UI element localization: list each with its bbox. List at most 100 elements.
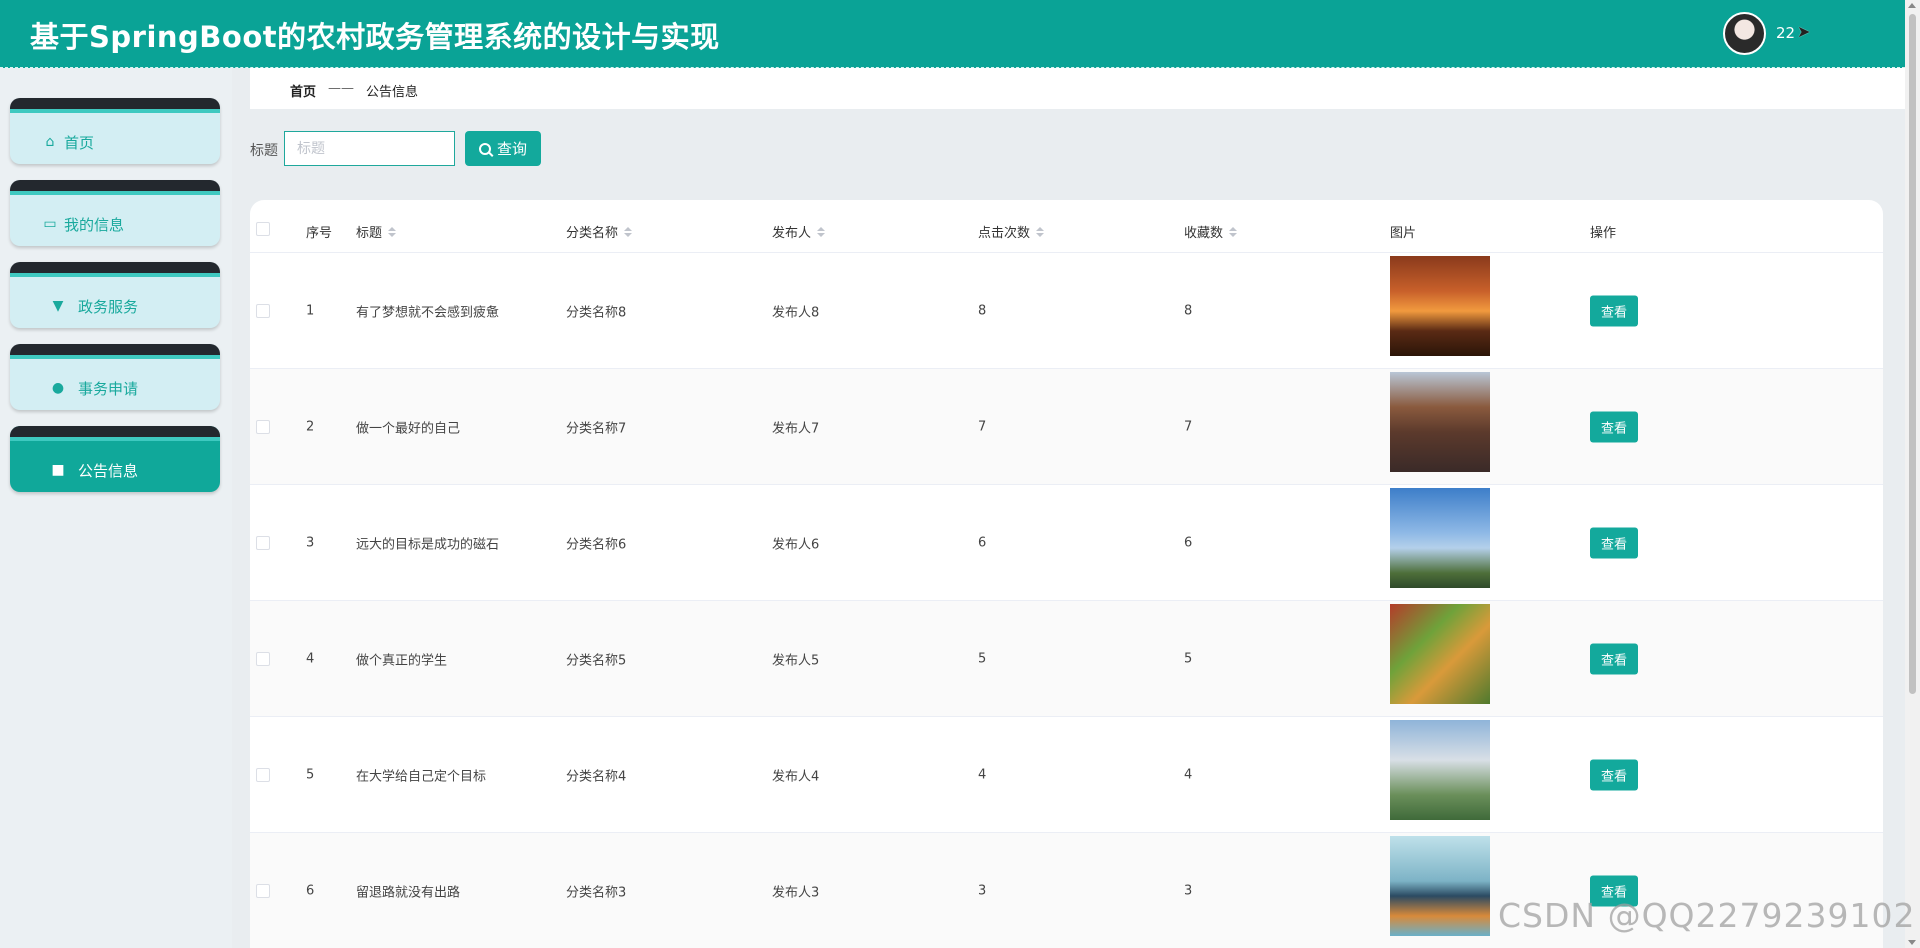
breadcrumb-current: 公告信息: [366, 85, 419, 100]
row-checkbox[interactable]: [256, 304, 270, 318]
cell-clicks: 4: [978, 767, 987, 782]
search-icon: [478, 142, 491, 155]
sort-icon[interactable]: [624, 226, 633, 237]
cell-publisher: 发布人3: [772, 885, 820, 900]
col-header-action: 操作: [1590, 226, 1617, 241]
table-row: 2 做一个最好的自己 分类名称7 发布人7 7 7 查看: [250, 369, 1883, 485]
cell-clicks: 6: [978, 535, 987, 550]
select-all-checkbox[interactable]: [256, 222, 270, 236]
cell-publisher: 发布人4: [772, 769, 820, 784]
col-header-clicks[interactable]: 点击次数: [978, 222, 1045, 241]
col-header-favorites[interactable]: 收藏数: [1184, 222, 1238, 241]
col-header-title[interactable]: 标题: [356, 222, 397, 241]
table-row: 1 有了梦想就不会感到疲惫 分类名称8 发布人8 8 8 查看: [250, 253, 1883, 369]
row-thumbnail-image: [1390, 372, 1490, 472]
cell-index: 4: [306, 651, 315, 666]
breadcrumb-home[interactable]: 首页: [290, 81, 316, 100]
cell-favorites: 5: [1184, 651, 1193, 666]
col-header-index: 序号: [306, 226, 333, 241]
cell-title: 留退路就没有出路: [356, 885, 461, 900]
cell-title: 做一个最好的自己: [356, 421, 461, 436]
announcement-table: 序号 标题 分类名称 发布人 点击次数 收藏数 图片 操作 1 有了梦想就不会感到…: [250, 200, 1883, 948]
view-button[interactable]: 查看: [1590, 295, 1638, 326]
briefcase-icon: ■: [51, 462, 65, 478]
cell-clicks: 5: [978, 651, 987, 666]
sidebar-item-affair-apply[interactable]: ● 事务申请: [10, 344, 220, 410]
cell-index: 3: [306, 535, 315, 550]
sort-icon[interactable]: [817, 226, 826, 237]
sidebar-item-announcements[interactable]: ■ 公告信息: [10, 426, 220, 492]
cell-category: 分类名称7: [566, 421, 627, 436]
scrollbar-thumb[interactable]: [1909, 14, 1916, 694]
cell-index: 6: [306, 883, 315, 898]
view-button[interactable]: 查看: [1590, 527, 1638, 558]
sort-icon[interactable]: [1229, 226, 1238, 237]
sidebar-item-label: 政务服务: [78, 297, 139, 316]
top-header: 基于SpringBoot的农村政务管理系统的设计与实现 22 ➤: [0, 0, 1905, 68]
sort-icon[interactable]: [388, 226, 397, 237]
row-checkbox[interactable]: [256, 884, 270, 898]
cell-title: 有了梦想就不会感到疲惫: [356, 305, 500, 320]
sidebar-item-gov-service[interactable]: ▼ 政务服务: [10, 262, 220, 328]
view-button[interactable]: 查看: [1590, 759, 1638, 790]
cell-publisher: 发布人8: [772, 305, 820, 320]
cell-title: 在大学给自己定个目标: [356, 769, 487, 784]
scroll-up-icon[interactable]: [1908, 3, 1916, 8]
row-checkbox[interactable]: [256, 768, 270, 782]
row-thumbnail-image: [1390, 720, 1490, 820]
col-header-category[interactable]: 分类名称: [566, 222, 633, 241]
stamp-icon: ▼: [52, 298, 64, 314]
table-header: 序号 标题 分类名称 发布人 点击次数 收藏数 图片 操作: [250, 200, 1883, 253]
row-thumbnail-image: [1390, 604, 1490, 704]
sidebar-item-label: 事务申请: [78, 379, 139, 398]
user-avatar[interactable]: [1723, 12, 1766, 55]
sidebar-item-label: 首页: [64, 133, 95, 152]
cell-favorites: 7: [1184, 419, 1193, 434]
mouse-cursor-icon: ➤: [1797, 22, 1811, 41]
sort-icon[interactable]: [1036, 226, 1045, 237]
cell-publisher: 发布人7: [772, 421, 820, 436]
username[interactable]: 22: [1776, 24, 1795, 42]
breadcrumb: 首页 —— 公告信息: [250, 68, 1905, 109]
view-button[interactable]: 查看: [1590, 643, 1638, 674]
cell-index: 2: [306, 419, 315, 434]
cell-clicks: 8: [978, 303, 987, 318]
cell-category: 分类名称8: [566, 305, 627, 320]
row-thumbnail-image: [1390, 836, 1490, 936]
breadcrumb-separator: ——: [328, 81, 354, 96]
cell-category: 分类名称3: [566, 885, 627, 900]
table-row: 4 做个真正的学生 分类名称5 发布人5 5 5 查看: [250, 601, 1883, 717]
sidebar-item-label: 公告信息: [78, 461, 139, 480]
search-button[interactable]: 查询: [465, 131, 541, 166]
sidebar: ⌂ 首页 ▭ 我的信息 ▼ 政务服务 ● 事务申请 ■ 公告信息: [0, 68, 232, 948]
sidebar-item-my-info[interactable]: ▭ 我的信息: [10, 180, 220, 246]
sidebar-item-label: 我的信息: [64, 215, 125, 234]
cell-category: 分类名称6: [566, 537, 627, 552]
cell-index: 1: [306, 303, 315, 318]
sidebar-item-home[interactable]: ⌂ 首页: [10, 98, 220, 164]
scroll-down-icon[interactable]: [1908, 940, 1916, 945]
cell-favorites: 8: [1184, 303, 1193, 318]
row-checkbox[interactable]: [256, 536, 270, 550]
user-icon: ●: [51, 380, 65, 396]
row-checkbox[interactable]: [256, 420, 270, 434]
cell-favorites: 6: [1184, 535, 1193, 550]
cell-index: 5: [306, 767, 315, 782]
table-row: 5 在大学给自己定个目标 分类名称4 发布人4 4 4 查看: [250, 717, 1883, 833]
row-thumbnail-image: [1390, 488, 1490, 588]
view-button[interactable]: 查看: [1590, 411, 1638, 442]
title-search-input[interactable]: [284, 131, 455, 166]
vertical-scrollbar[interactable]: [1905, 0, 1920, 948]
cell-category: 分类名称5: [566, 653, 627, 668]
cell-clicks: 3: [978, 883, 987, 898]
home-icon: ⌂: [45, 134, 55, 150]
cell-favorites: 4: [1184, 767, 1193, 782]
col-header-publisher[interactable]: 发布人: [772, 222, 826, 241]
row-checkbox[interactable]: [256, 652, 270, 666]
row-thumbnail-image: [1390, 256, 1490, 356]
search-label: 标题: [250, 143, 278, 159]
col-header-image: 图片: [1390, 226, 1417, 241]
watermark: CSDN @QQ2279239102: [1498, 896, 1916, 935]
table-row: 3 远大的目标是成功的磁石 分类名称6 发布人6 6 6 查看: [250, 485, 1883, 601]
card-icon: ▭: [43, 216, 57, 232]
